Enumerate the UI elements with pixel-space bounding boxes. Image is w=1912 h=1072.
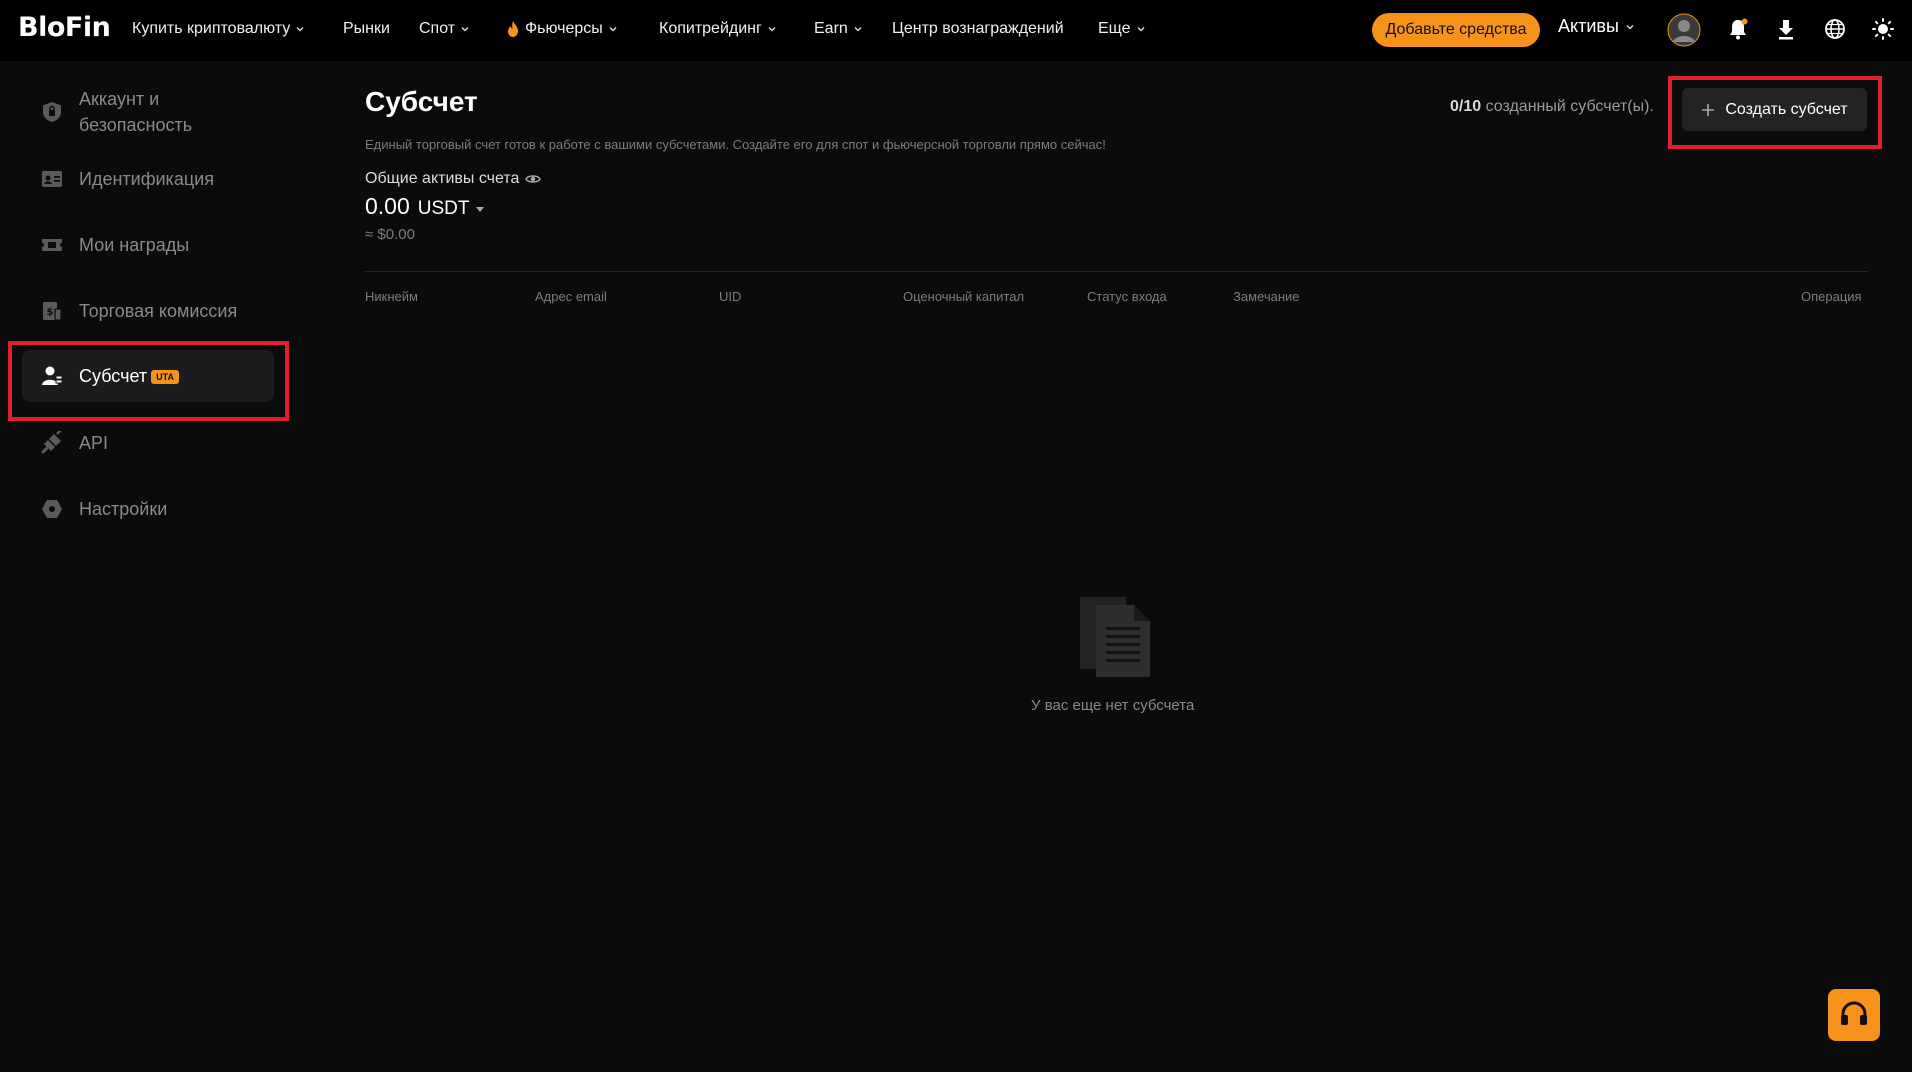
column-header-estimated-capital: Оценочный капитал [903, 289, 1025, 304]
empty-state-text: У вас еще нет субсчета [1031, 697, 1195, 714]
currency-label: USDT [417, 198, 470, 219]
column-header-login-status: Статус входа [1087, 289, 1167, 304]
caret-down-icon [475, 207, 484, 212]
nav-label: Рынки [343, 20, 390, 37]
sidebar-item-identification[interactable]: Идентификация [22, 164, 274, 194]
sidebar-item-label: Идентификация [79, 169, 214, 189]
nav-label: Еще [1098, 20, 1131, 37]
column-header-remark: Замечание [1233, 289, 1300, 304]
subaccount-count: 0/10 созданный субсчет(ы). [1450, 98, 1654, 116]
divider [365, 271, 1868, 272]
api-icon [41, 431, 62, 454]
nav-label: Фьючерсы [525, 20, 603, 37]
column-header-email: Адрес email [535, 289, 607, 304]
sun-icon[interactable] [1870, 16, 1896, 42]
ticket-icon [42, 239, 62, 251]
nav-copytrading[interactable]: Копитрейдинг [659, 18, 777, 40]
currency-selector[interactable]: USDT [418, 198, 485, 220]
id-card-icon [42, 171, 62, 187]
chevron-down-icon [461, 27, 469, 32]
nav-more[interactable]: Еще [1098, 18, 1146, 40]
chevron-down-icon [296, 27, 304, 32]
assets-menu[interactable]: Активы [1558, 16, 1635, 37]
svg-text:$: $ [47, 307, 54, 318]
assets-label: Активы [1558, 16, 1619, 36]
sidebar-item-my-rewards[interactable]: Мои награды [22, 230, 274, 260]
nav-rewards-center[interactable]: Центр вознаграждений [892, 18, 1064, 40]
chevron-down-icon [1137, 27, 1145, 32]
nav-futures[interactable]: Фьючерсы [506, 18, 618, 40]
support-chat-button[interactable] [1828, 989, 1880, 1041]
nav-label: Спот [419, 20, 456, 37]
nav-earn[interactable]: Earn [814, 18, 863, 40]
balance-usd: ≈ $0.00 [365, 226, 415, 243]
sidebar-item-trading-fee[interactable]: $ Торговая комиссия [22, 296, 274, 326]
sidebar-item-label: Субсчет UTA [79, 363, 179, 389]
brand-logo[interactable]: BloFin [18, 12, 111, 43]
uta-badge: UTA [151, 370, 179, 385]
sidebar-item-subaccount[interactable]: Субсчет UTA [22, 350, 274, 402]
create-subaccount-button[interactable]: Создать субсчет [1682, 88, 1867, 131]
total-assets-text: Общие активы счета [365, 170, 520, 187]
sidebar-item-account-security[interactable]: Аккаунт и безопасность [22, 84, 274, 140]
sidebar-item-label: Настройки [79, 499, 168, 519]
sidebar-item-label: API [79, 433, 109, 453]
shield-icon [43, 102, 61, 122]
nav-label: Центр вознаграждений [892, 20, 1064, 37]
subaccount-count-value: 0/10 [1450, 98, 1482, 115]
settings-icon [42, 500, 62, 518]
top-navigation-bar: BloFin Купить криптовалюту Рынки Спот Фь… [0, 0, 1912, 61]
download-icon[interactable] [1773, 16, 1799, 42]
eye-icon[interactable] [525, 173, 542, 185]
user-avatar-icon [1667, 13, 1701, 47]
page-subtitle: Единый торговый счет готов к работе с ва… [365, 137, 1106, 152]
column-header-operation: Операция [1801, 289, 1862, 304]
chevron-down-icon [609, 27, 617, 32]
subaccount-label-text: Субсчет [79, 366, 148, 386]
chevron-down-icon [1626, 24, 1634, 29]
empty-document-icon [1080, 597, 1150, 677]
fee-icon: $ [43, 302, 62, 321]
page-title: Субсчет [365, 86, 478, 117]
nav-spot[interactable]: Спот [419, 18, 470, 40]
flame-icon [508, 21, 518, 37]
globe-icon[interactable] [1822, 16, 1848, 42]
nav-label: Купить криптовалюту [132, 20, 291, 37]
total-assets-label: Общие активы счета [365, 170, 542, 188]
chevron-down-icon [768, 27, 776, 32]
add-funds-button[interactable]: Добавьте средства [1372, 13, 1540, 47]
nav-label: Копитрейдинг [659, 20, 762, 37]
sidebar-item-label: Торговая комиссия [79, 301, 238, 321]
bell-icon[interactable] [1725, 16, 1751, 42]
sidebar-item-settings[interactable]: Настройки [22, 494, 274, 524]
create-subaccount-label: Создать субсчет [1725, 100, 1848, 118]
chevron-down-icon [854, 27, 862, 32]
plus-icon [1702, 103, 1715, 116]
balance: 0.00 USDT [365, 193, 485, 220]
sidebar-item-label: Мои награды [79, 235, 190, 255]
column-header-uid: UID [719, 289, 742, 304]
headset-icon [1841, 1001, 1867, 1025]
subaccount-icon [42, 366, 63, 385]
nav-buy-crypto[interactable]: Купить криптовалюту [132, 18, 305, 40]
nav-label: Earn [814, 20, 848, 37]
sidebar-item-api[interactable]: API [22, 428, 274, 458]
sidebar-item-label: Аккаунт и безопасность [79, 89, 193, 135]
column-header-nickname: Никнейм [365, 289, 418, 304]
avatar[interactable] [1667, 13, 1701, 47]
balance-amount: 0.00 [365, 193, 410, 219]
nav-markets[interactable]: Рынки [343, 18, 390, 40]
subaccount-count-suffix: созданный субсчет(ы). [1481, 98, 1654, 115]
